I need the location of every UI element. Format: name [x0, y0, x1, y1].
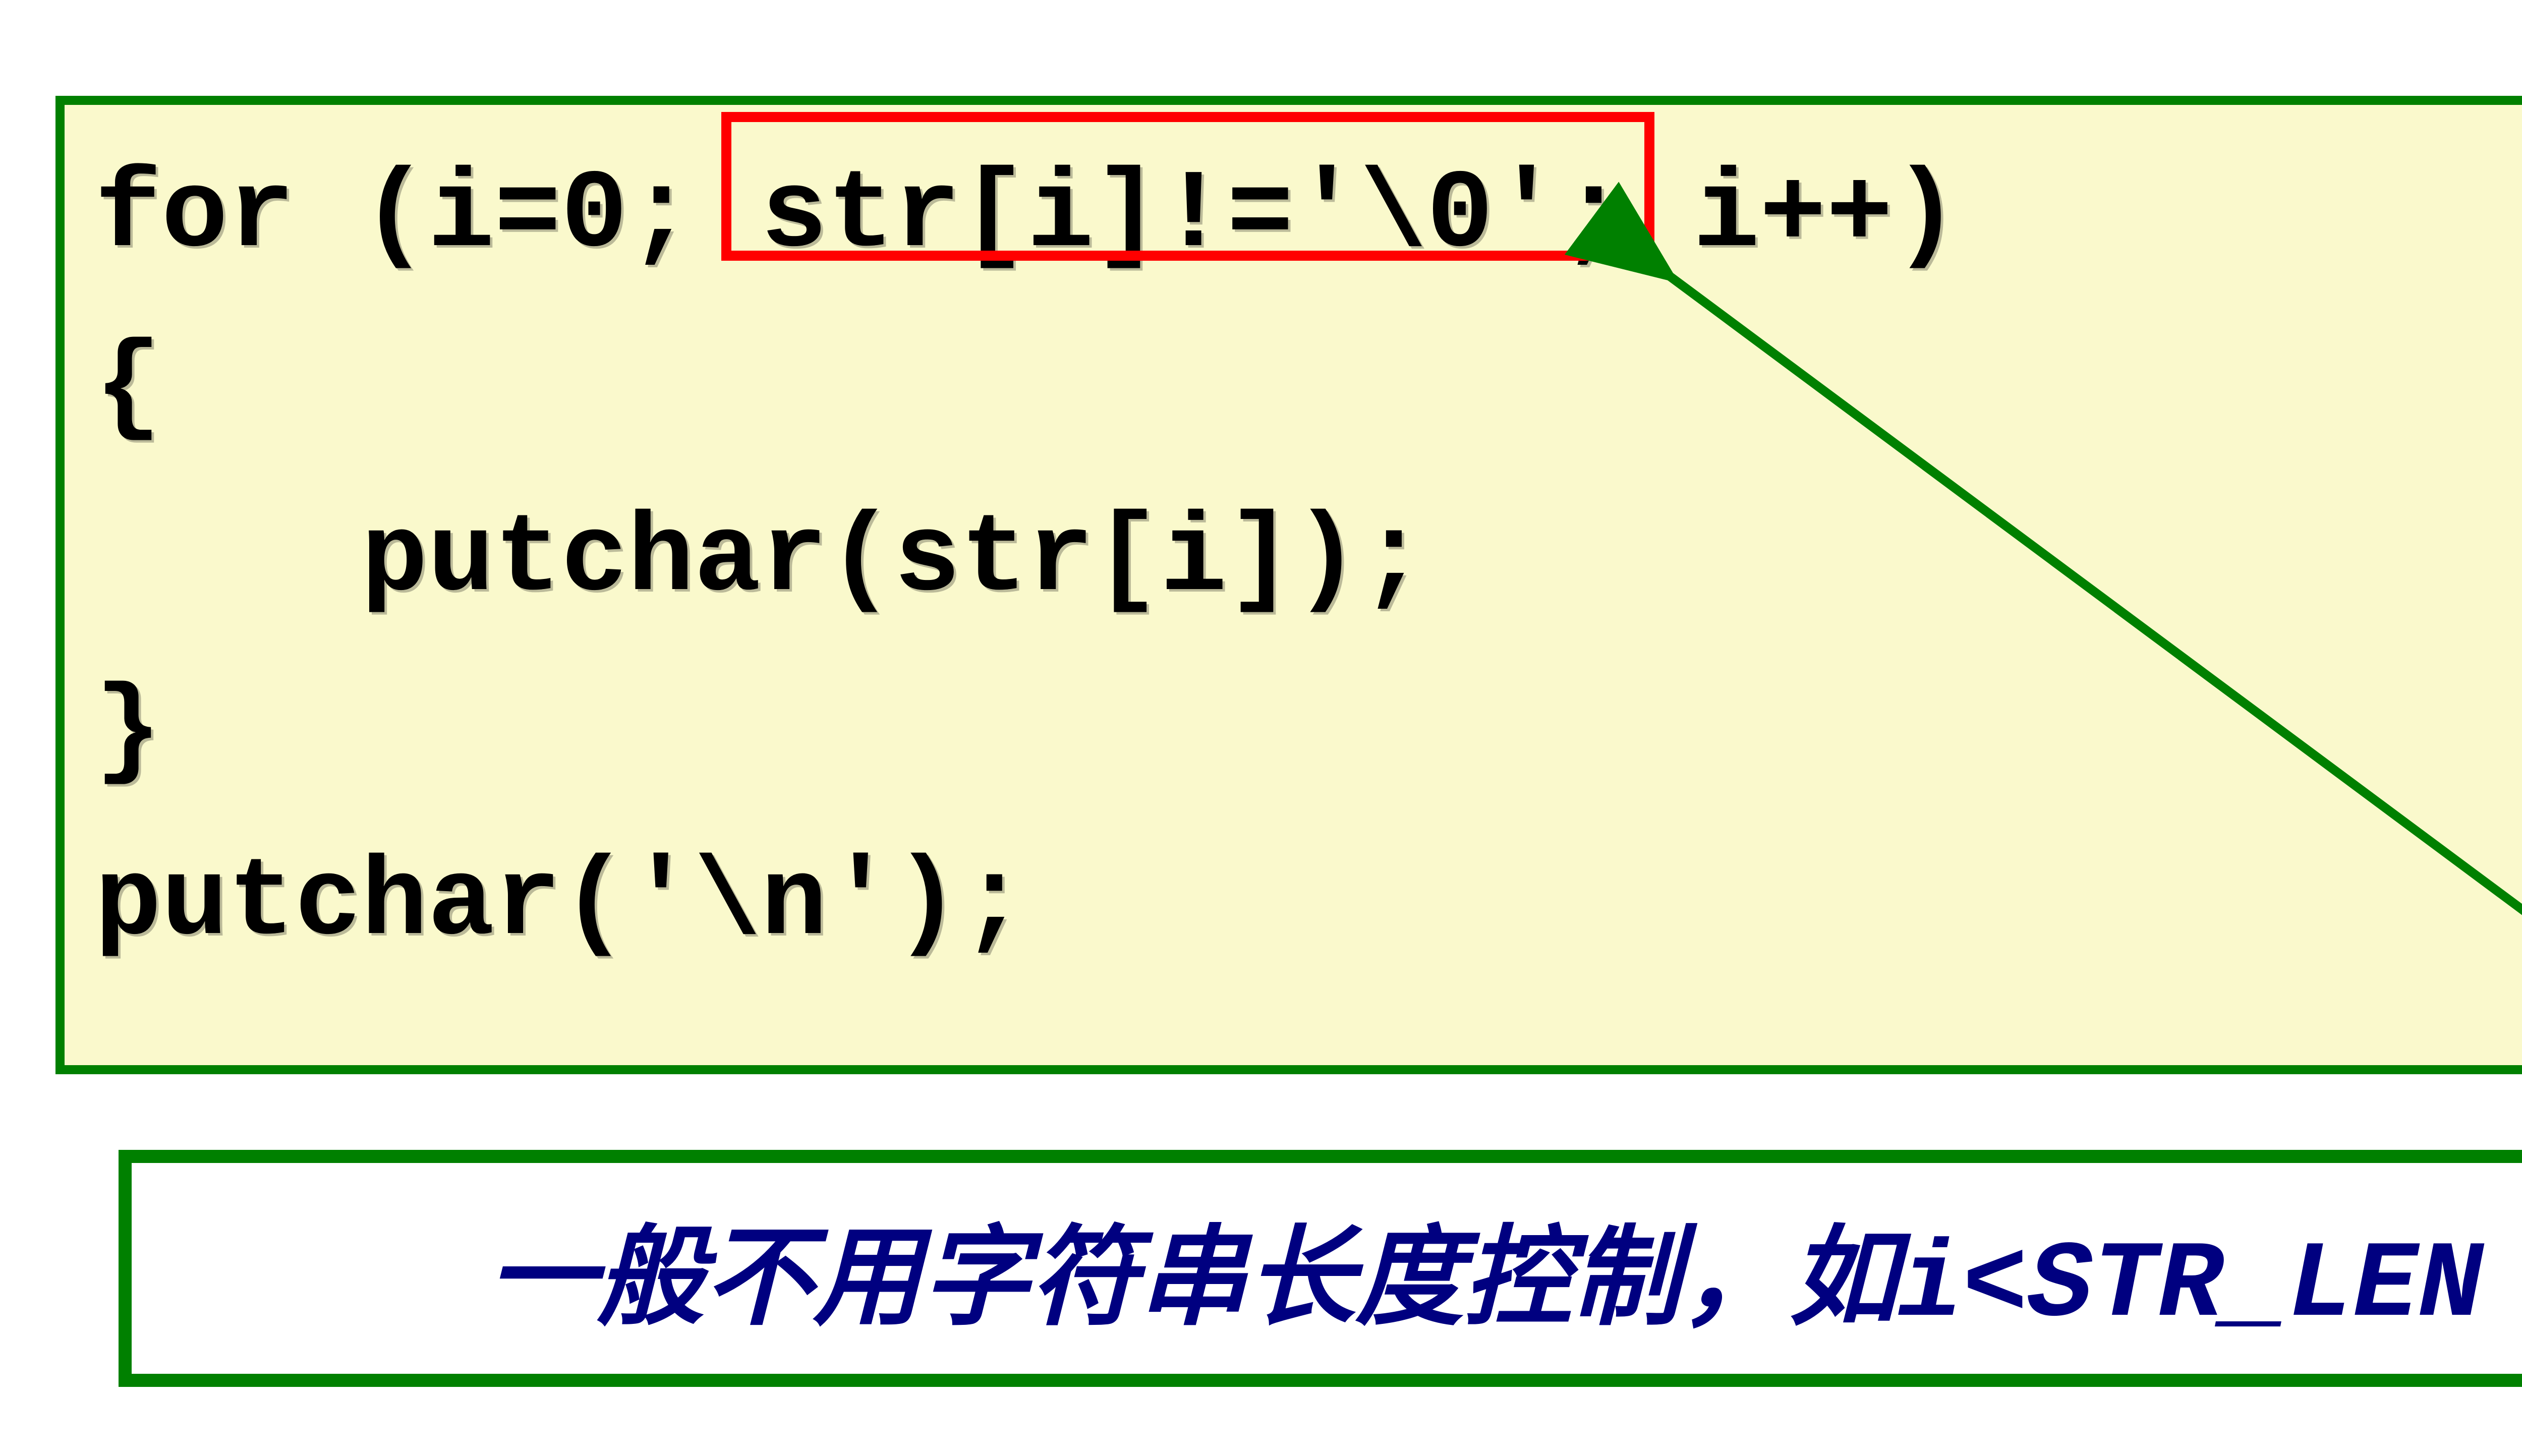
annotation-text: 一般不用字符串长度控制，如i<STR_LEN — [488, 1189, 2483, 1348]
code-line-5: putchar('\n'); — [95, 818, 2522, 990]
code-line-1: for (i=0; str[i]!='\0'; i++) — [95, 130, 2522, 302]
code-line-4: } — [95, 646, 2522, 818]
code-line-1c: ; i++) — [1560, 153, 1959, 279]
annotation-box: 一般不用字符串长度控制，如i<STR_LEN — [119, 1150, 2522, 1387]
code-line-1a: for (i=0; — [95, 153, 761, 279]
code-line-2: { — [95, 302, 2522, 474]
annotation-chinese: 一般不用字符串长度控制，如 — [488, 1218, 1898, 1338]
annotation-code: i<STR_LEN — [1898, 1225, 2483, 1348]
code-block: for (i=0; str[i]!='\0'; i++) { putchar(s… — [55, 96, 2522, 1074]
code-line-3: putchar(str[i]); — [95, 474, 2522, 646]
code-line-1b-highlighted: str[i]!='\0' — [761, 153, 1560, 279]
